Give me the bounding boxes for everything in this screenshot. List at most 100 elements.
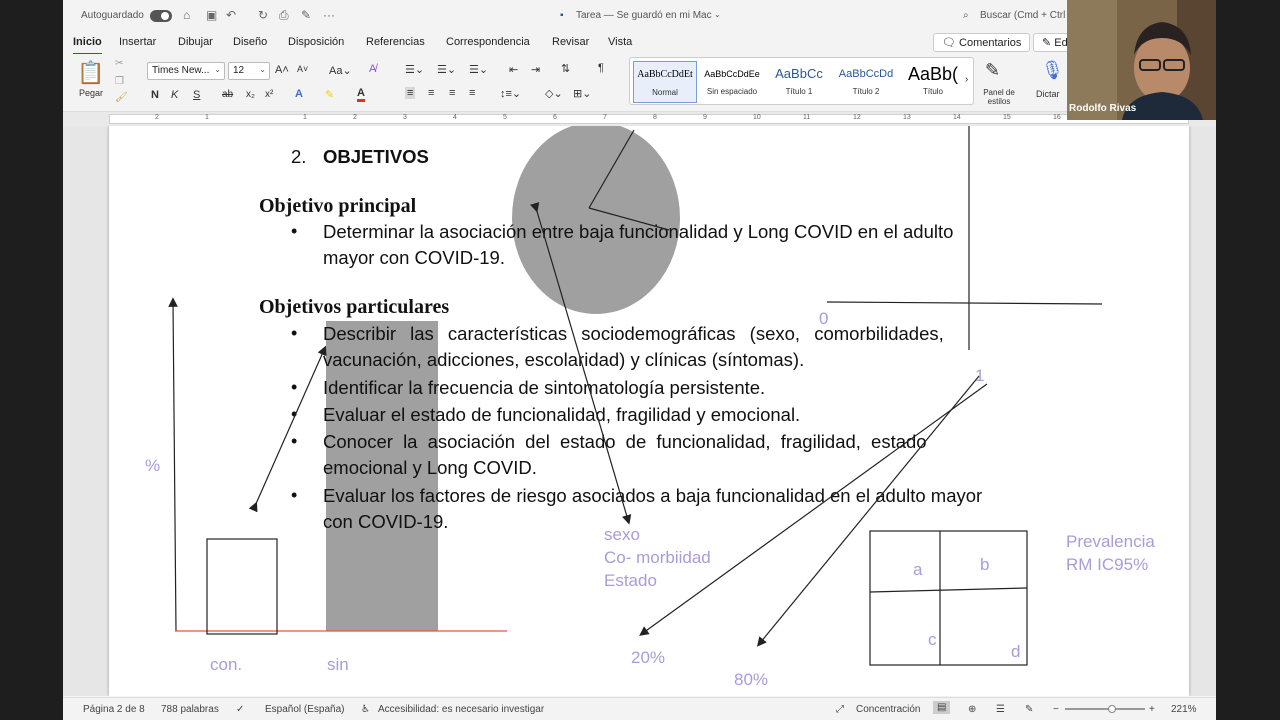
ruler-number: 1 <box>303 114 307 121</box>
styles-pane-icon[interactable]: ✎ <box>985 60 1000 81</box>
shading-icon[interactable]: ◇⌄ <box>545 87 563 100</box>
bullets-icon[interactable]: ☰⌄ <box>405 63 424 76</box>
comment-icon: 🗨 <box>942 37 960 49</box>
change-case-icon[interactable]: Aa⌄ <box>329 64 352 77</box>
copy-icon[interactable]: ❐ <box>115 76 124 87</box>
document-canvas[interactable]: 2. OBJETIVOS Objetivo principal • Determ… <box>63 126 1216 696</box>
word-count[interactable]: 788 palabras <box>161 704 219 715</box>
pilcrow-icon[interactable]: ¶ <box>598 62 604 74</box>
tab-vista[interactable]: Vista <box>608 36 632 48</box>
format-painter-icon[interactable]: 🖌 <box>115 92 128 103</box>
tab-referencias[interactable]: Referencias <box>366 36 425 48</box>
tab-dibujar[interactable]: Dibujar <box>178 36 213 48</box>
font-name-value: Times New... <box>152 65 210 76</box>
horizontal-ruler[interactable]: 2 1 1 2 3 4 5 6 7 8 9 10 11 12 13 14 15 … <box>63 112 1216 126</box>
style-normal[interactable]: AaBbCcDdEt Normal <box>633 61 697 103</box>
numbering-icon[interactable]: ☰⌄ <box>437 63 456 76</box>
line-spacing-icon[interactable]: ↕≡⌄ <box>500 87 521 100</box>
edit-doc-icon[interactable]: ✎ <box>301 8 311 22</box>
zoom-in-icon[interactable]: + <box>1149 704 1155 715</box>
accessibility-icon[interactable]: ♿ <box>361 704 370 715</box>
ruler-number: 1 <box>205 114 209 121</box>
document-title[interactable]: Tarea — Se guardó en mi Mac <box>576 10 712 21</box>
save-icon[interactable]: ▣ <box>206 8 217 22</box>
borders-icon[interactable]: ⊞⌄ <box>573 87 591 100</box>
paste-label[interactable]: Pegar <box>79 88 103 98</box>
superscript-button[interactable]: x² <box>265 89 273 100</box>
align-left-icon[interactable]: ≡ <box>405 87 416 99</box>
ink-label-sin: sin <box>327 655 349 674</box>
shrink-font-icon[interactable]: A˅ <box>297 64 308 74</box>
ribbon-tabs: Inicio Insertar Dibujar Diseño Disposici… <box>63 32 1216 55</box>
style-title-name: Título <box>922 87 943 96</box>
pencil-icon: ✎ <box>1042 37 1055 49</box>
style-heading-2[interactable]: AaBbCcDd Título 2 <box>834 61 898 103</box>
font-size-select[interactable]: 12 ⌄ <box>228 62 270 80</box>
font-color-icon[interactable]: A <box>357 87 365 102</box>
zoom-slider[interactable] <box>1065 708 1145 710</box>
grow-font-icon[interactable]: A˄ <box>275 64 289 76</box>
accessibility-status[interactable]: Accesibilidad: es necesario investigar <box>378 704 544 715</box>
search-icon[interactable]: ⌕ <box>963 10 969 21</box>
styles-pane-label[interactable]: Panel de estilos <box>981 88 1017 106</box>
style-no-spacing[interactable]: AaBbCcDdEe Sin espaciado <box>700 61 764 103</box>
tab-insertar[interactable]: Insertar <box>119 36 156 48</box>
sort-icon[interactable]: ⇅ <box>561 62 570 75</box>
font-name-select[interactable]: Times New... ⌄ <box>147 62 225 80</box>
focus-icon[interactable]: ⤢ <box>836 704 844 715</box>
justify-icon[interactable]: ≡ <box>469 87 475 99</box>
home-icon[interactable]: ⌂ <box>183 8 190 22</box>
video-participant-tile[interactable] <box>1067 0 1216 120</box>
align-right-icon[interactable]: ≡ <box>449 87 455 99</box>
cut-icon[interactable]: ✂ <box>115 58 123 69</box>
align-center-icon[interactable]: ≡ <box>428 87 434 99</box>
tab-diseno[interactable]: Diseño <box>233 36 267 48</box>
draft-icon[interactable]: ✎ <box>1025 704 1033 715</box>
document-page[interactable]: 2. OBJETIVOS Objetivo principal • Determ… <box>109 126 1189 696</box>
focus-mode[interactable]: Concentración <box>856 704 920 715</box>
outline-icon[interactable]: ☰ <box>996 704 1005 715</box>
redo-icon[interactable]: ↻ <box>258 8 268 22</box>
strikethrough-button[interactable]: ab <box>222 89 233 100</box>
print-icon[interactable]: ⎙ <box>279 8 289 23</box>
multilevel-list-icon[interactable]: ☰⌄ <box>469 63 488 76</box>
highlight-icon[interactable]: ✎ <box>325 88 334 101</box>
underline-button[interactable]: S <box>193 89 200 101</box>
tab-revisar[interactable]: Revisar <box>552 36 589 48</box>
dictate-label[interactable]: Dictar <box>1036 89 1060 99</box>
comments-button[interactable]: 🗨 Comentarios <box>933 33 1031 52</box>
undo-icon[interactable]: ↶ <box>226 8 236 22</box>
web-layout-icon[interactable]: ⊕ <box>968 704 976 715</box>
increase-indent-icon[interactable]: ⇥ <box>531 63 540 76</box>
more-icon[interactable]: ··· <box>323 8 335 22</box>
bold-button[interactable]: N <box>151 89 159 101</box>
clipboard-icon[interactable]: 📋 <box>77 60 104 86</box>
subscript-button[interactable]: x₂ <box>246 89 255 100</box>
zoom-out-icon[interactable]: − <box>1053 704 1059 715</box>
zoom-slider-thumb[interactable] <box>1108 705 1116 713</box>
tab-correspondencia[interactable]: Correspondencia <box>446 36 530 48</box>
style-heading-2-preview: AaBbCcDd <box>838 68 894 80</box>
clear-format-icon[interactable]: A̸ <box>369 63 376 75</box>
microphone-icon[interactable]: 🎙 <box>1041 60 1064 81</box>
gallery-more-icon[interactable]: › <box>965 74 968 85</box>
proofing-icon[interactable]: ✓ <box>236 704 244 715</box>
decrease-indent-icon[interactable]: ⇤ <box>509 63 518 76</box>
ink-rm-ic95: RM IC95% <box>1066 555 1149 574</box>
style-heading-1[interactable]: AaBbCc Título 1 <box>767 61 831 103</box>
page-count[interactable]: Página 2 de 8 <box>83 704 145 715</box>
style-title[interactable]: AaBb(Título <box>901 61 965 103</box>
text-effects-icon[interactable]: A <box>295 88 303 100</box>
italic-button[interactable]: K <box>171 89 178 101</box>
ribbon-home: 📋 Pegar ✂ ❐ 🖌 Times New... ⌄ 12 ⌄ A˄ A˅ Aa… <box>63 54 1216 112</box>
tab-inicio[interactable]: Inicio <box>73 36 102 55</box>
zoom-level[interactable]: 221% <box>1171 704 1197 715</box>
tab-disposicion[interactable]: Disposición <box>288 36 344 48</box>
search-input[interactable]: Buscar (Cmd + Ctrl <box>980 10 1065 21</box>
print-layout-icon[interactable]: ▤ <box>933 701 951 714</box>
ink-zero: 0 <box>819 309 829 328</box>
language[interactable]: Español (España) <box>265 704 345 715</box>
chevron-down-icon[interactable]: ⌄ <box>714 10 721 19</box>
autosave-toggle[interactable] <box>150 10 172 22</box>
style-heading-2-name: Título 2 <box>852 87 880 96</box>
